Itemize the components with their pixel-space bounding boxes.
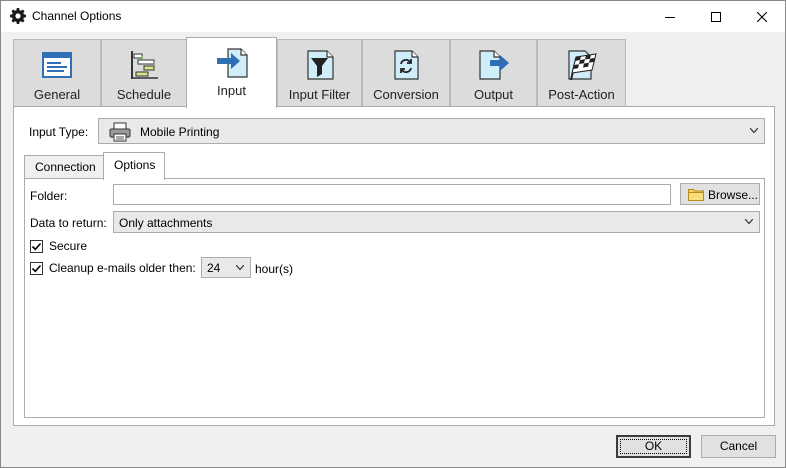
cleanup-hours-dropdown[interactable]: 24 bbox=[201, 257, 251, 278]
title-bar[interactable]: Channel Options bbox=[1, 1, 785, 32]
maximize-icon bbox=[711, 11, 721, 22]
cancel-label: Cancel bbox=[719, 439, 758, 453]
close-icon bbox=[757, 11, 767, 22]
chevron-down-icon bbox=[236, 264, 244, 270]
tab-label: Connection bbox=[35, 160, 96, 174]
tab-label: Conversion bbox=[373, 87, 439, 102]
data-to-return-value: Only attachments bbox=[119, 216, 213, 230]
close-button[interactable] bbox=[739, 1, 785, 32]
secure-checkbox-row[interactable]: Secure bbox=[30, 238, 87, 254]
tab-post-action[interactable]: Post-Action bbox=[537, 39, 626, 107]
checkmark-icon bbox=[31, 242, 42, 250]
gantt-schedule-icon bbox=[131, 51, 158, 79]
data-to-return-dropdown[interactable]: Only attachments bbox=[113, 211, 760, 233]
tab-options[interactable]: Options bbox=[103, 152, 165, 180]
checkered-flag-icon bbox=[567, 50, 597, 81]
tab-connection[interactable]: Connection bbox=[24, 155, 104, 179]
cleanup-label: Cleanup e-mails older then: bbox=[49, 261, 196, 275]
folder-label: Folder: bbox=[30, 189, 68, 203]
options-panel: Folder: Browse... Data to return: Only a… bbox=[24, 178, 765, 418]
tab-label: Post-Action bbox=[548, 87, 615, 102]
input-type-value: Mobile Printing bbox=[140, 125, 220, 139]
data-to-return-label: Data to return: bbox=[30, 216, 107, 230]
window-form-icon bbox=[42, 52, 72, 78]
refresh-document-icon bbox=[394, 50, 419, 80]
chevron-down-icon bbox=[745, 219, 753, 224]
secure-checkbox[interactable] bbox=[30, 239, 43, 253]
input-type-dropdown[interactable]: Mobile Printing bbox=[98, 118, 765, 144]
tab-label: General bbox=[33, 87, 81, 102]
tab-label: Options bbox=[114, 158, 156, 172]
tab-label: Schedule bbox=[116, 87, 172, 102]
window-title: Channel Options bbox=[32, 9, 122, 23]
minimize-icon bbox=[665, 16, 675, 18]
focus-rectangle bbox=[620, 439, 687, 454]
gear-icon bbox=[10, 8, 26, 24]
main-tab-strip: General Schedule Input Input Filter Conv… bbox=[13, 37, 773, 108]
tab-conversion[interactable]: Conversion bbox=[362, 39, 450, 107]
document-arrow-in-icon bbox=[216, 48, 248, 78]
tab-label: Input Filter bbox=[288, 87, 351, 102]
folder-icon bbox=[688, 189, 704, 201]
input-type-label: Input Type: bbox=[29, 125, 89, 139]
cleanup-checkbox-row[interactable]: Cleanup e-mails older then: bbox=[30, 260, 196, 276]
folder-input[interactable] bbox=[113, 184, 671, 205]
tab-output[interactable]: Output bbox=[450, 39, 537, 107]
tab-input[interactable]: Input bbox=[186, 37, 277, 108]
cleanup-hours-value: 24 bbox=[207, 261, 221, 275]
input-tab-panel: Input Type: Mobile Printing Connection O… bbox=[13, 106, 775, 426]
secure-label: Secure bbox=[49, 239, 88, 253]
tab-general[interactable]: General bbox=[13, 39, 101, 107]
chevron-down-icon bbox=[750, 128, 758, 133]
tab-input-filter[interactable]: Input Filter bbox=[277, 39, 362, 107]
sub-tab-strip: Connection Options bbox=[24, 152, 768, 180]
cancel-button[interactable]: Cancel bbox=[701, 435, 776, 458]
channel-options-dialog: Channel Options General Schedule Input I… bbox=[0, 0, 786, 468]
checkmark-icon bbox=[31, 264, 42, 272]
browse-label: Browse... bbox=[708, 188, 759, 202]
tab-label: Output bbox=[473, 87, 514, 102]
funnel-document-icon bbox=[306, 50, 334, 80]
cleanup-checkbox[interactable] bbox=[30, 261, 43, 275]
maximize-button[interactable] bbox=[693, 1, 739, 32]
tab-schedule[interactable]: Schedule bbox=[101, 39, 187, 107]
tab-label: Input bbox=[217, 83, 246, 98]
document-arrow-out-icon bbox=[478, 50, 509, 80]
ok-button[interactable]: OK bbox=[616, 435, 691, 458]
printer-icon bbox=[109, 122, 131, 142]
minimize-button[interactable] bbox=[647, 1, 693, 32]
hours-unit-label: hour(s) bbox=[255, 262, 294, 276]
browse-button[interactable]: Browse... bbox=[680, 183, 760, 205]
